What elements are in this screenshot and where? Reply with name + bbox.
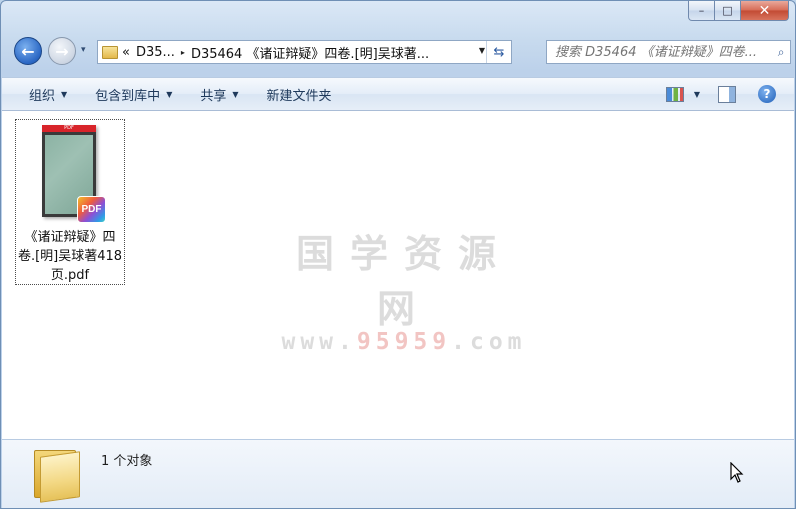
- watermark-url-highlight: 95959: [356, 329, 452, 355]
- include-in-library-label: 包含到库中: [95, 88, 161, 104]
- back-button[interactable]: ←: [14, 37, 42, 65]
- file-name: 《诸证辩疑》四卷.[明]吴球著418页.pdf: [17, 230, 123, 283]
- new-folder-label: 新建文件夹: [266, 88, 332, 104]
- view-options-dropdown[interactable]: ▼: [694, 90, 700, 99]
- mouse-cursor-icon: [730, 462, 744, 483]
- forward-button[interactable]: →: [48, 37, 76, 65]
- watermark-title: 国学资源网: [295, 232, 512, 331]
- help-icon[interactable]: ?: [758, 85, 776, 103]
- organize-menu[interactable]: 组织 ▼: [29, 85, 67, 104]
- recent-pages-dropdown[interactable]: ▾: [81, 45, 86, 55]
- breadcrumb-segment-current[interactable]: D35464 《诸证辩疑》四卷.[明]吴球著...: [191, 43, 429, 62]
- organize-label: 组织: [29, 88, 56, 104]
- breadcrumb-segment-parent[interactable]: D35...: [136, 45, 175, 60]
- share-menu[interactable]: 共享 ▼: [200, 85, 238, 104]
- item-count: 1 个对象: [101, 454, 153, 469]
- file-list-area[interactable]: PDF PDF 《诸证辩疑》四卷.[明]吴球著418页.pdf 国学资源网 ww…: [2, 111, 794, 439]
- minimize-button[interactable]: –: [688, 1, 715, 21]
- search-input[interactable]: [547, 43, 773, 61]
- breadcrumb-separator-icon[interactable]: ▸: [181, 48, 185, 57]
- breadcrumb-overflow[interactable]: «: [122, 45, 130, 60]
- navigation-bar: ← → ▾ « D35... ▸ D35464 《诸证辩疑》四卷.[明]吴球著.…: [11, 35, 791, 69]
- include-in-library-menu[interactable]: 包含到库中 ▼: [95, 85, 172, 104]
- explorer-window: – □ ✕ ← → ▾ « D35... ▸ D35464 《诸证辩疑》四卷.[…: [0, 0, 796, 509]
- change-view-icon[interactable]: [665, 86, 684, 102]
- search-box: ⌕: [546, 40, 791, 64]
- pdf-app-icon: PDF: [77, 196, 106, 223]
- watermark-url-suffix: .com: [451, 329, 527, 355]
- file-item[interactable]: PDF PDF 《诸证辩疑》四卷.[明]吴球著418页.pdf: [15, 119, 125, 285]
- refresh-button[interactable]: ⇆: [486, 41, 511, 63]
- address-dropdown-icon[interactable]: ▼: [479, 46, 485, 55]
- watermark-url: www.95959.com: [274, 329, 534, 355]
- address-bar[interactable]: « D35... ▸ D35464 《诸证辩疑》四卷.[明]吴球著... ▼ ⇆: [97, 40, 512, 64]
- new-folder-button[interactable]: 新建文件夹: [267, 85, 332, 104]
- preview-pane-icon[interactable]: [718, 85, 736, 103]
- chevron-down-icon: ▼: [232, 89, 239, 99]
- thumbnail-band: PDF: [42, 125, 96, 132]
- caption-buttons: – □ ✕: [688, 1, 789, 21]
- details-pane: 1 个对象: [2, 439, 794, 508]
- share-label: 共享: [200, 88, 227, 104]
- close-button[interactable]: ✕: [741, 1, 789, 21]
- command-bar: 组织 ▼ 包含到库中 ▼ 共享 ▼ 新建文件夹 ▼ ?: [2, 77, 794, 111]
- chevron-down-icon: ▼: [61, 89, 68, 99]
- back-arrow-icon: ←: [21, 41, 35, 61]
- folder-front-shape: [40, 451, 80, 503]
- folder-icon: [34, 446, 80, 503]
- folder-icon: [102, 45, 118, 59]
- chevron-down-icon: ▼: [166, 89, 173, 99]
- watermark: 国学资源网 www.95959.com: [274, 223, 534, 355]
- watermark-url-prefix: www.: [281, 329, 357, 355]
- search-icon[interactable]: ⌕: [772, 43, 790, 61]
- maximize-button[interactable]: □: [715, 1, 741, 21]
- forward-arrow-icon: →: [55, 41, 69, 61]
- toolbar-right-group: ▼ ?: [665, 78, 794, 110]
